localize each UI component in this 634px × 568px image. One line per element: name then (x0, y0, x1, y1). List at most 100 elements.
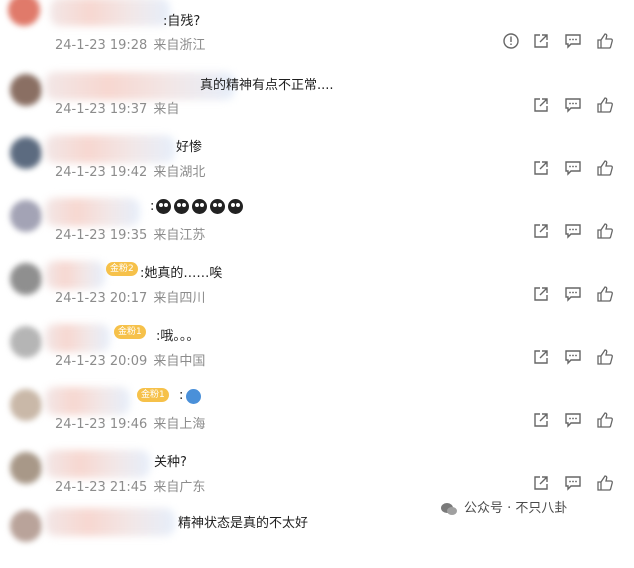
username-blurred[interactable] (45, 450, 150, 478)
comment-date: 24-1-23 20:09 (55, 354, 148, 369)
comment-item: :自残? 24-1-23 19:28 来自浙江 (0, 0, 634, 63)
comment-location: 来自 (153, 102, 180, 117)
username-blurred[interactable] (45, 198, 140, 226)
comment-meta: 24-1-23 19:42 来自湖北 (55, 161, 205, 180)
share-icon[interactable] (532, 222, 550, 240)
comment-text: :她真的……唉 (140, 266, 223, 281)
comment-actions (502, 32, 622, 50)
emoji-icon (174, 199, 189, 214)
comment-location: 来自湖北 (153, 165, 206, 180)
report-icon[interactable] (502, 32, 520, 50)
like-icon[interactable] (596, 96, 614, 114)
comment-icon[interactable] (564, 32, 582, 50)
emoji-icon (156, 199, 171, 214)
like-icon[interactable] (596, 411, 614, 429)
comment-text: : (179, 388, 184, 403)
comment-actions (502, 285, 622, 303)
share-icon[interactable] (532, 411, 550, 429)
like-icon[interactable] (596, 32, 614, 50)
username-blurred[interactable] (45, 135, 175, 163)
comment-text: :哦。。。 (156, 329, 200, 344)
comment-date: 24-1-23 19:35 (55, 228, 148, 243)
avatar[interactable] (10, 389, 42, 421)
comment-meta: 24-1-23 21:45 来自广东 (55, 476, 205, 495)
comment-text: :自残? (163, 14, 201, 29)
share-icon[interactable] (532, 32, 550, 50)
avatar[interactable] (10, 510, 42, 542)
avatar[interactable] (10, 452, 42, 484)
comment-date: 24-1-23 19:28 (55, 38, 148, 53)
avatar[interactable] (10, 74, 42, 106)
like-icon[interactable] (596, 159, 614, 177)
comment-text: 好惨 (176, 140, 203, 155)
comment-location: 来自江苏 (153, 228, 206, 243)
comment-actions (502, 474, 622, 492)
comment-text: : (150, 199, 155, 214)
username-blurred[interactable] (45, 387, 130, 415)
share-icon[interactable] (532, 348, 550, 366)
comment-item: 真的精神有点不正常.... 24-1-23 19:37 来自 (0, 64, 634, 127)
username-blurred[interactable] (45, 261, 105, 289)
comment-location: 来自广东 (153, 480, 206, 495)
comment-item: 金粉1 : 24-1-23 19:46 来自上海 (0, 379, 634, 442)
comment-date: 24-1-23 21:45 (55, 480, 148, 495)
username-blurred[interactable] (50, 0, 170, 26)
comment-actions (502, 411, 622, 429)
comment-item: 金粉2 :她真的……唉 24-1-23 20:17 来自四川 (0, 253, 634, 316)
comment-date: 24-1-23 19:42 (55, 165, 148, 180)
share-icon[interactable] (532, 96, 550, 114)
comment-date: 24-1-23 20:17 (55, 291, 148, 306)
comment-actions (502, 222, 622, 240)
comment-actions (502, 159, 622, 177)
emoji-icon (192, 199, 207, 214)
comment-location: 来自中国 (153, 354, 206, 369)
comment-icon[interactable] (564, 285, 582, 303)
like-icon[interactable] (596, 348, 614, 366)
avatar[interactable] (10, 137, 42, 169)
comment-location: 来自上海 (153, 417, 206, 432)
comment-text: 精神状态是真的不太好 (178, 516, 309, 531)
emoji-group (156, 196, 246, 215)
avatar[interactable] (8, 0, 40, 26)
like-icon[interactable] (596, 285, 614, 303)
comment-location: 来自浙江 (153, 38, 206, 53)
comment-icon[interactable] (564, 96, 582, 114)
comment-meta: 24-1-23 20:09 来自中国 (55, 350, 205, 369)
watermark-text: 公众号 · 不只八卦 (464, 501, 568, 516)
avatar[interactable] (10, 326, 42, 358)
comment-meta: 24-1-23 19:35 来自江苏 (55, 224, 205, 243)
share-icon[interactable] (532, 474, 550, 492)
watermark: 公众号 · 不只八卦 (440, 497, 567, 516)
emoji-icon (186, 389, 201, 404)
like-icon[interactable] (596, 222, 614, 240)
emoji-icon (210, 199, 225, 214)
comment-item: 金粉1 :哦。。。 24-1-23 20:09 来自中国 (0, 316, 634, 379)
comment-item: 好惨 24-1-23 19:42 来自湖北 (0, 127, 634, 190)
comment-date: 24-1-23 19:37 (55, 102, 148, 117)
fan-badge: 金粉1 (114, 325, 146, 339)
comment-item: 关种? 24-1-23 21:45 来自广东 (0, 442, 634, 505)
comment-item: : 24-1-23 19:35 来自江苏 (0, 190, 634, 253)
comment-location: 来自四川 (153, 291, 206, 306)
comment-icon[interactable] (564, 222, 582, 240)
avatar[interactable] (10, 200, 42, 232)
fan-badge: 金粉1 (137, 388, 169, 402)
comment-icon[interactable] (564, 474, 582, 492)
share-icon[interactable] (532, 285, 550, 303)
comment-icon[interactable] (564, 411, 582, 429)
comment-meta: 24-1-23 19:37 来自 (55, 98, 179, 117)
comment-actions (502, 96, 622, 114)
comment-text: 真的精神有点不正常.... (200, 78, 334, 93)
comment-icon[interactable] (564, 159, 582, 177)
username-blurred[interactable] (45, 324, 110, 352)
avatar[interactable] (10, 263, 42, 295)
like-icon[interactable] (596, 474, 614, 492)
fan-badge: 金粉2 (106, 262, 138, 276)
comment-meta: 24-1-23 19:46 来自上海 (55, 413, 205, 432)
comment-actions (502, 348, 622, 366)
comment-date: 24-1-23 19:46 (55, 417, 148, 432)
comment-icon[interactable] (564, 348, 582, 366)
comment-text: 关种? (154, 455, 187, 470)
comment-meta: 24-1-23 20:17 来自四川 (55, 287, 205, 306)
share-icon[interactable] (532, 159, 550, 177)
